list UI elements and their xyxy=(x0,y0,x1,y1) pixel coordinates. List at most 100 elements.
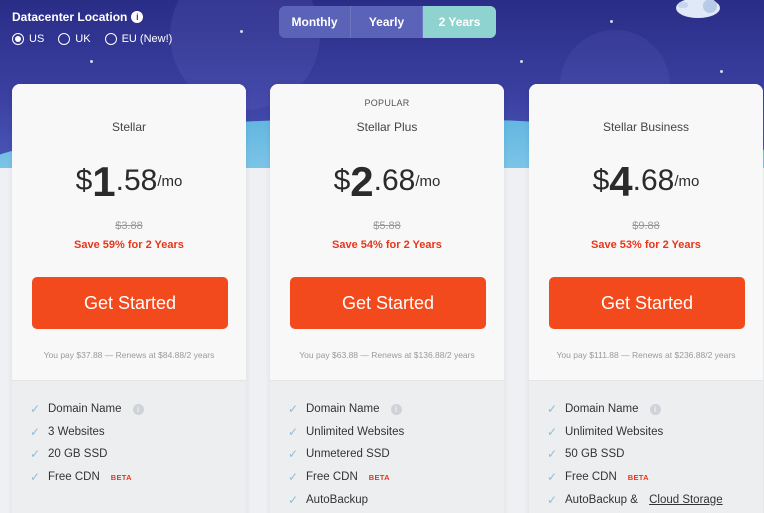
plan-price: $1.58/mo xyxy=(12,158,246,206)
price-currency: $ xyxy=(75,164,93,197)
star-decoration xyxy=(610,20,613,23)
feature-label: Free CDN xyxy=(48,471,100,484)
old-price: $5.88 xyxy=(373,220,401,232)
savings-text: Save 59% for 2 Years xyxy=(74,239,184,251)
get-started-button[interactable]: Get Started xyxy=(32,277,228,329)
star-decoration xyxy=(520,60,523,63)
datacenter-selector: Datacenter Location i US UK EU (New!) xyxy=(12,10,172,45)
info-icon[interactable]: i xyxy=(131,11,144,23)
old-price: $3.88 xyxy=(115,220,143,232)
feature-label: 20 GB SSD xyxy=(48,448,108,461)
feature-item: ✓ Domain Name i xyxy=(547,398,723,421)
info-icon[interactable]: i xyxy=(390,403,402,415)
billing-period-toggle: Monthly Yearly 2 Years xyxy=(279,6,496,38)
info-icon[interactable]: i xyxy=(132,403,144,415)
feature-label: Domain Name xyxy=(306,403,380,416)
pay-renew-text: You pay $37.88 — Renews at $84.88/2 year… xyxy=(43,350,215,360)
beta-badge: BETA xyxy=(627,472,649,482)
feature-item: ✓ Free CDN BETA xyxy=(288,466,404,489)
price-dollars: 4 xyxy=(609,158,633,205)
feature-item: ✓ AutoBackup xyxy=(288,488,404,511)
feature-item: ✓ 20 GB SSD xyxy=(30,443,144,466)
billing-tab-2-years[interactable]: 2 Years xyxy=(423,6,496,38)
savings-text: Save 53% for 2 Years xyxy=(591,239,701,251)
star-decoration xyxy=(240,30,243,33)
price-period: /mo xyxy=(415,173,441,190)
price-currency: $ xyxy=(333,164,351,197)
check-icon: ✓ xyxy=(288,402,299,417)
datacenter-option-us[interactable]: US xyxy=(12,33,44,45)
star-decoration xyxy=(90,60,93,63)
get-started-button[interactable]: Get Started xyxy=(549,277,745,329)
price-currency: $ xyxy=(592,164,610,197)
feature-list: ✓ Domain Name i ✓ Unlimited Websites ✓ Unmet… xyxy=(288,398,404,511)
price-cents: .58 xyxy=(115,164,158,197)
feature-item: ✓ Domain Name i xyxy=(288,398,404,421)
plan-card-stellar-plus: POPULAR Stellar Plus $2.68/mo $5.88 Save… xyxy=(270,84,504,513)
check-icon: ✓ xyxy=(30,424,41,439)
plan-name: Stellar Plus xyxy=(356,120,418,134)
feature-label: Free CDN xyxy=(306,471,358,484)
check-icon: ✓ xyxy=(288,470,299,485)
feature-item: ✓ Free CDN BETA xyxy=(30,466,144,489)
price-cents: .68 xyxy=(632,164,675,197)
check-icon: ✓ xyxy=(288,424,299,439)
feature-list: ✓ Domain Name i ✓ Unlimited Websites ✓ 50 GB… xyxy=(547,398,723,511)
feature-item: ✓ 50 GB SSD xyxy=(547,443,723,466)
feature-label: Unlimited Websites xyxy=(565,425,664,438)
datacenter-option-label: US xyxy=(29,33,45,45)
check-icon: ✓ xyxy=(547,424,558,439)
beta-badge: BETA xyxy=(110,472,132,482)
feature-label: 50 GB SSD xyxy=(565,448,625,461)
popular-tag: POPULAR xyxy=(364,98,410,108)
savings-text: Save 54% for 2 Years xyxy=(332,239,442,251)
plan-name: Stellar Business xyxy=(602,120,690,134)
get-started-button[interactable]: Get Started xyxy=(290,277,486,329)
plan-name: Stellar xyxy=(111,120,146,134)
plan-card-stellar: Stellar $1.58/mo $3.88 Save 59% for 2 Ye… xyxy=(12,84,246,513)
plan-price: $4.68/mo xyxy=(529,158,763,206)
feature-label: Domain Name xyxy=(565,403,639,416)
feature-item: ✓ Unlimited Websites xyxy=(288,421,404,444)
price-period: /mo xyxy=(157,173,183,190)
billing-tab-yearly[interactable]: Yearly xyxy=(351,6,423,38)
datacenter-option-eu[interactable]: EU (New!) xyxy=(104,33,173,45)
beta-badge: BETA xyxy=(368,472,390,482)
feature-item: ✓ Unlimited Websites xyxy=(547,421,723,444)
plan-card-stellar-business: Stellar Business $4.68/mo $9.88 Save 53%… xyxy=(529,84,763,513)
price-dollars: 1 xyxy=(92,158,116,205)
feature-label: AutoBackup xyxy=(306,493,369,506)
check-icon: ✓ xyxy=(30,402,41,417)
info-icon[interactable]: i xyxy=(649,403,661,415)
cloud-storage-link[interactable]: Cloud Storage xyxy=(649,494,723,506)
feature-item: ✓ Domain Name i xyxy=(30,398,144,421)
feature-item: ✓ AutoBackup & Cloud Storage xyxy=(547,488,723,511)
check-icon: ✓ xyxy=(30,470,41,485)
price-dollars: 2 xyxy=(350,158,374,205)
billing-tab-monthly[interactable]: Monthly xyxy=(279,6,351,38)
feature-label: Unlimited Websites xyxy=(306,425,405,438)
datacenter-option-label: EU (New!) xyxy=(121,33,173,45)
feature-label: Unmetered SSD xyxy=(306,448,390,461)
check-icon: ✓ xyxy=(288,492,299,507)
datacenter-options: US UK EU (New!) xyxy=(12,33,172,45)
datacenter-option-uk[interactable]: UK xyxy=(58,33,91,45)
datacenter-title: Datacenter Location i xyxy=(12,10,172,24)
feature-item: ✓ 3 Websites xyxy=(30,421,144,444)
feature-item: ✓ Unmetered SSD xyxy=(288,443,404,466)
datacenter-title-label: Datacenter Location xyxy=(12,10,128,24)
feature-label: AutoBackup & xyxy=(565,493,642,506)
feature-label: 3 Websites xyxy=(48,425,105,438)
old-price: $9.88 xyxy=(632,220,660,232)
radio-selected-icon[interactable] xyxy=(12,33,24,45)
pay-renew-text: You pay $63.88 — Renews at $136.88/2 yea… xyxy=(299,350,475,360)
check-icon: ✓ xyxy=(547,447,558,462)
radio-icon[interactable] xyxy=(58,33,71,45)
check-icon: ✓ xyxy=(547,492,558,507)
check-icon: ✓ xyxy=(30,447,41,462)
price-period: /mo xyxy=(674,173,700,190)
check-icon: ✓ xyxy=(547,470,558,485)
check-icon: ✓ xyxy=(288,447,299,462)
radio-icon[interactable] xyxy=(104,33,117,45)
datacenter-option-label: UK xyxy=(75,33,91,45)
